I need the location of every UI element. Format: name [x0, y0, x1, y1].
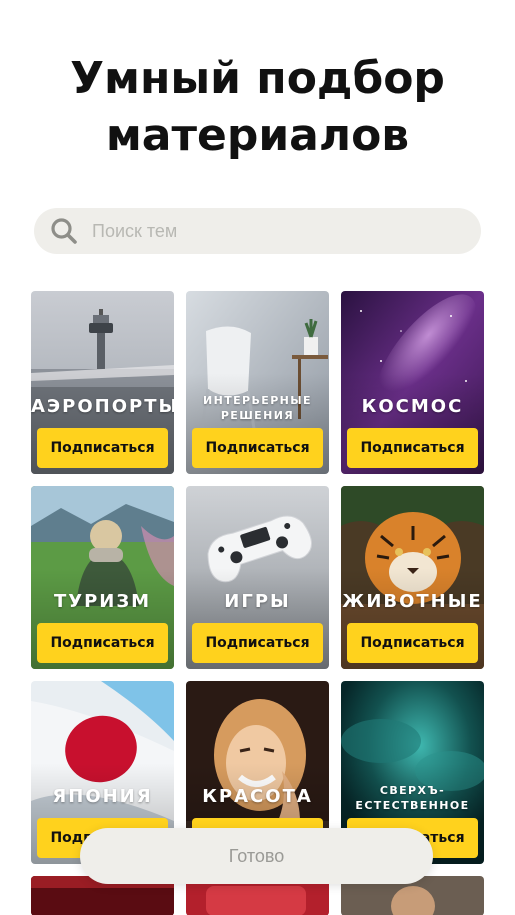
topic-card-space[interactable]: КОСМОС Подписаться — [341, 291, 484, 474]
subscribe-button[interactable]: Подписаться — [347, 428, 478, 468]
subscribe-button[interactable]: Подписаться — [347, 623, 478, 663]
subscribe-button[interactable]: Подписаться — [37, 428, 168, 468]
topic-label-line-1: СВЕРХЪ- — [379, 784, 446, 797]
topic-card-games[interactable]: ИГРЫ Подписаться — [186, 486, 329, 669]
topic-card-interior[interactable]: ИНТЕРЬЕРНЫЕ РЕШЕНИЯ Подписаться — [186, 291, 329, 474]
done-button[interactable]: Готово — [80, 828, 433, 884]
topic-card-tourism[interactable]: ТУРИЗМ Подписаться — [31, 486, 174, 669]
page-title-line-2: материалов — [105, 110, 410, 161]
page-title: Умный подбор материалов — [0, 50, 515, 164]
topic-label-line-2: РЕШЕНИЯ — [220, 409, 295, 422]
topic-label: ЯПОНИЯ — [52, 786, 153, 807]
topic-label-line-1: ИНТЕРЬЕРНЫЕ — [203, 394, 312, 407]
subscribe-button[interactable]: Подписаться — [37, 623, 168, 663]
topic-label: АЭРОПОРТЫ — [31, 396, 174, 417]
topic-label: КРАСОТА — [202, 786, 313, 807]
topic-label: ИГРЫ — [224, 591, 291, 612]
search-bar[interactable] — [34, 208, 481, 254]
subscribe-button[interactable]: Подписаться — [192, 623, 323, 663]
page-title-line-1: Умный подбор — [70, 53, 445, 104]
topic-label: ТУРИЗМ — [53, 591, 152, 612]
topic-label: ИНТЕРЬЕРНЫЕ РЕШЕНИЯ — [186, 393, 329, 423]
topic-label-line-2: ЕСТЕСТВЕННОЕ — [355, 799, 470, 812]
subscribe-button[interactable]: Подписаться — [192, 428, 323, 468]
topic-card-animals[interactable]: ЖИВОТНЫЕ Подписаться — [341, 486, 484, 669]
topic-label: СВЕРХЪ- ЕСТЕСТВЕННОЕ — [341, 783, 484, 813]
topic-label: ЖИВОТНЫЕ — [342, 591, 483, 612]
search-input[interactable] — [92, 220, 432, 242]
topic-card-airports[interactable]: АЭРОПОРТЫ Подписаться — [31, 291, 174, 474]
topic-label: КОСМОС — [361, 396, 464, 417]
search-icon — [49, 216, 79, 246]
